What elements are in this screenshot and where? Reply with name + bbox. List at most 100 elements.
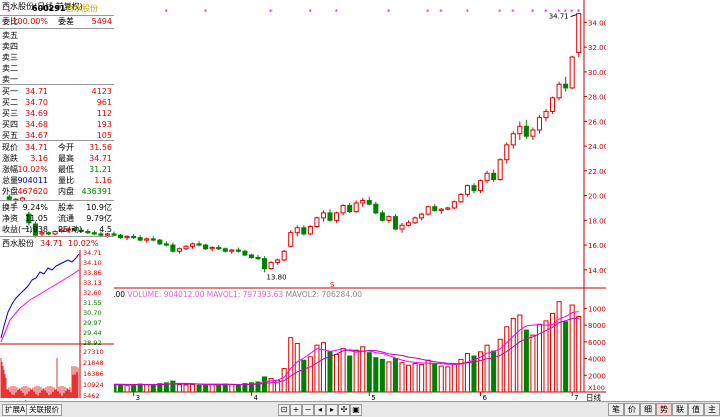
candle-body [255, 256, 261, 260]
signal-marker: * [439, 8, 443, 16]
move-left-icon[interactable]: ◂ [314, 404, 326, 416]
tab-extension-a[interactable]: 扩展A [2, 404, 29, 416]
zoom-in-icon[interactable]: + [290, 404, 302, 416]
volume-tick: 8000 [588, 322, 606, 330]
candle-body [124, 235, 130, 239]
stock-code-row: 600291 西水股份 [2, 3, 112, 14]
candle-body [510, 133, 516, 146]
candle-body [242, 250, 248, 256]
volume-bar [556, 301, 562, 393]
candle-body [196, 243, 202, 246]
candle-body [334, 212, 340, 221]
mini-volume-tick: 5462 [83, 392, 100, 400]
intraday-mini-chart[interactable]: 34.71 34.10 33.86 33.13 32.60 31.55 30.70 29.97… [0, 250, 114, 400]
fit-icon[interactable]: ▣ [350, 404, 362, 416]
volume-bar [216, 384, 222, 393]
candle-body [183, 245, 189, 250]
zoom-out-icon[interactable]: − [302, 404, 314, 416]
date-label: 7 [574, 394, 578, 401]
price-tick: 20.00 [588, 193, 606, 201]
candle-body [569, 56, 575, 89]
candle-body [419, 213, 425, 219]
volume-bar [366, 352, 372, 393]
stat-row-2: 涨幅 10.02% 最低 31.21 [2, 165, 112, 174]
volume-bar [124, 384, 130, 393]
price-tick: 30.00 [588, 69, 606, 77]
candle-body [137, 237, 143, 241]
candle-body [150, 238, 156, 241]
volume-bar [118, 384, 124, 393]
settings-icon[interactable]: ✣ [338, 404, 350, 416]
side-tab-1[interactable]: 价 [624, 403, 640, 416]
candle-body [353, 202, 359, 213]
candle-body [406, 222, 412, 226]
candle-body [373, 203, 379, 214]
mini-volume-tick: 21848 [83, 359, 104, 367]
mini-price-tick: 30.70 [83, 309, 102, 317]
side-tab-5[interactable]: 值 [688, 403, 704, 416]
signal-marker: * [387, 8, 391, 16]
volume-tick: 4000 [588, 356, 606, 364]
weibi-row: 委比 100.00% 委差 5494 [2, 17, 112, 26]
side-tab-6[interactable]: 主 [704, 403, 720, 416]
candle-body [491, 172, 497, 180]
volume-bar [301, 359, 307, 393]
stat2-row-0: 换手 9.24% 股本 10.9亿 [2, 203, 112, 212]
candle-body [347, 204, 353, 213]
mini-volume-tick: 10924 [83, 381, 104, 389]
candle-body [425, 206, 431, 215]
period-label[interactable]: 日线 [586, 392, 601, 401]
candle-body [412, 217, 418, 224]
volume-bar [373, 357, 379, 393]
side-tab-3[interactable]: 势 [656, 403, 672, 416]
volume-bar [425, 359, 431, 393]
sell-level-3: 卖三 [2, 53, 18, 62]
move-right-icon[interactable]: ▸ [326, 404, 338, 416]
stat-row-0: 现价 34.71 今开 31.56 [2, 143, 112, 152]
candle-body [517, 125, 523, 135]
sell-level-1: 卖五 [2, 31, 18, 40]
candle-body [471, 185, 477, 192]
volume-bar [530, 334, 536, 393]
kline-type-icon[interactable]: ⊡ [278, 404, 290, 416]
side-tab-2[interactable]: 细 [640, 403, 656, 416]
candle-body [314, 217, 320, 228]
candle-body [451, 201, 457, 209]
candle-body [360, 200, 366, 204]
candle-body [478, 180, 484, 192]
volume-bar [517, 314, 523, 393]
quote-panel: 600291 西水股份 委比 100.00% 委差 5494 卖五 卖四 卖三 卖二卖… [0, 0, 115, 416]
buy-level-1: 买一 34.71 4123 [2, 87, 112, 96]
signal-marker: * [531, 8, 535, 16]
candle-body [327, 212, 333, 221]
candle-body [170, 244, 176, 252]
volume-unit: X100 [588, 384, 605, 392]
date-label: 3 [136, 394, 140, 401]
buy-level-4: 买四 34.68 193 [2, 120, 112, 129]
mini-price-tick: 34.10 [83, 259, 102, 267]
volume-bar [176, 383, 182, 393]
volume-bar [209, 383, 215, 393]
volume-bar [576, 315, 582, 393]
candle-body [203, 244, 209, 250]
tab-related-quotes[interactable]: 关联报价 [26, 404, 62, 416]
candle-body [144, 238, 150, 241]
date-label: 5 [371, 394, 375, 401]
candle-body [386, 216, 392, 221]
candle-body [379, 212, 385, 221]
volume-bar [412, 363, 418, 393]
volume-bar [445, 366, 451, 393]
side-tab-4[interactable]: 联 [672, 403, 688, 416]
price-tick: 16.00 [588, 242, 606, 250]
stat2-row-1: 净资 11.05 流通 9.79亿 [2, 214, 112, 223]
side-tab-0[interactable]: 笔 [608, 403, 624, 416]
s-marker: S [330, 281, 335, 289]
candle-body [550, 97, 556, 112]
volume-bar [183, 384, 189, 393]
candle-body [497, 159, 503, 180]
candle-body [504, 144, 510, 161]
volume-bar [137, 383, 143, 393]
mini-price-tick: 29.44 [83, 329, 102, 337]
volume-bar [131, 383, 137, 393]
volume-tick: 6000 [588, 339, 606, 347]
